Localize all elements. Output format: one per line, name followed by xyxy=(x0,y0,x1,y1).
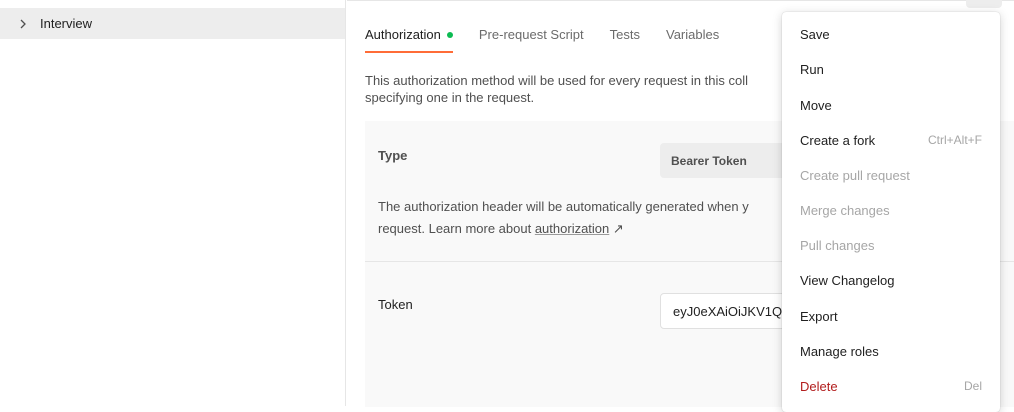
context-menu: Save Run Move Create a fork Ctrl+Alt+F C… xyxy=(782,12,1000,412)
authorization-link[interactable]: authorization xyxy=(535,221,609,236)
status-dot-icon xyxy=(446,32,453,38)
type-label: Type xyxy=(378,148,408,163)
token-input[interactable]: eyJ0eXAiOiJKV1Q xyxy=(660,293,800,329)
menu-item-label: Create a fork xyxy=(800,132,876,148)
menu-item-label: Run xyxy=(800,61,824,77)
authorization-description: This authorization method will be used f… xyxy=(365,72,795,106)
auth-note: The authorization header will be automat… xyxy=(378,196,798,240)
menu-item-label: Create pull request xyxy=(800,167,910,183)
menu-item-label: Delete xyxy=(800,378,838,394)
menu-item-label: View Changelog xyxy=(800,272,895,288)
menu-item-shortcut: Del xyxy=(963,379,982,393)
tab-bar: Authorization Pre-request Script Tests V… xyxy=(365,19,745,53)
tab-authorization[interactable]: Authorization xyxy=(365,19,453,53)
sidebar: Interview xyxy=(0,0,346,406)
tab-variables[interactable]: Variables xyxy=(666,19,719,49)
tab-label: Variables xyxy=(666,27,720,42)
sidebar-item-interview[interactable]: Interview xyxy=(0,8,345,39)
more-actions-button[interactable] xyxy=(966,0,1002,8)
menu-item-shortcut: Ctrl+Alt+F xyxy=(927,133,982,147)
description-line: This authorization method will be used f… xyxy=(365,73,748,88)
auth-note-line: The authorization header will be automat… xyxy=(378,199,749,214)
auth-note-text: request. Learn more about xyxy=(378,221,535,236)
external-link-arrow-icon: ↗ xyxy=(612,221,624,236)
menu-item-create-pull-request: Create pull request xyxy=(800,165,982,185)
menu-item-manage-roles[interactable]: Manage roles xyxy=(800,341,982,361)
menu-item-pull-changes: Pull changes xyxy=(800,235,982,255)
tab-label: Tests xyxy=(609,27,640,42)
menu-item-label: Move xyxy=(800,97,832,113)
auth-type-value: Bearer Token xyxy=(671,153,747,168)
menu-item-label: Manage roles xyxy=(800,343,879,359)
tab-pre-request-script[interactable]: Pre-request Script xyxy=(479,19,584,49)
token-value: eyJ0eXAiOiJKV1Q xyxy=(673,303,783,319)
menu-item-merge-changes: Merge changes xyxy=(800,200,982,220)
menu-item-label: Merge changes xyxy=(800,202,890,218)
menu-item-label: Save xyxy=(800,26,830,42)
menu-item-label: Export xyxy=(800,308,838,324)
menu-item-save[interactable]: Save xyxy=(800,24,982,44)
menu-item-delete[interactable]: Delete Del xyxy=(800,376,982,396)
tab-label: Pre-request Script xyxy=(478,27,584,42)
menu-item-export[interactable]: Export xyxy=(800,306,982,326)
menu-item-label: Pull changes xyxy=(800,237,875,253)
chevron-right-icon[interactable] xyxy=(18,19,28,29)
menu-item-view-changelog[interactable]: View Changelog xyxy=(800,270,982,290)
menu-item-run[interactable]: Run xyxy=(800,59,982,79)
tab-tests[interactable]: Tests xyxy=(610,19,640,49)
description-line: specifying one in the request. xyxy=(365,90,535,105)
sidebar-item-label: Interview xyxy=(40,16,93,31)
tab-label: Authorization xyxy=(365,27,441,42)
auth-note-line: request. Learn more about authorization … xyxy=(378,218,798,240)
menu-item-move[interactable]: Move xyxy=(800,95,982,115)
token-label: Token xyxy=(378,297,413,312)
auth-type-select[interactable]: Bearer Token xyxy=(660,143,800,178)
menu-item-create-fork[interactable]: Create a fork Ctrl+Alt+F xyxy=(800,130,982,150)
